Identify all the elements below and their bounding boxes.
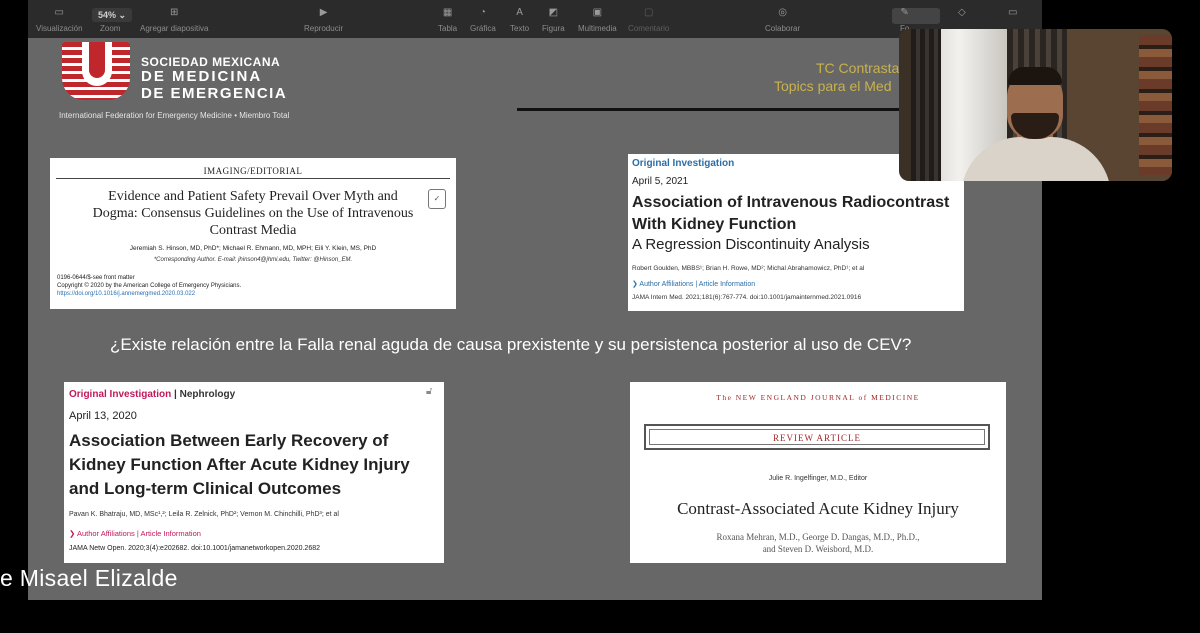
app-toolbar: ▭ Visualización 54% ⌄ Zoom ⊞ Agregar dia… xyxy=(28,0,1042,38)
toolbar-view-button[interactable]: ▭ Visualización xyxy=(36,6,83,33)
toolbar-zoom-label: Zoom xyxy=(100,24,121,33)
diamond-icon: ◇ xyxy=(958,7,966,18)
animate-button[interactable]: ◇ xyxy=(958,6,966,20)
article-date: April 5, 2021 xyxy=(632,176,689,187)
issn-line: 0196-0644/$-see front matter xyxy=(57,275,135,281)
play-icon: ▶ xyxy=(319,7,328,18)
journal-name: The NEW ENGLAND JOURNAL of MEDICINE xyxy=(716,393,920,402)
table-button[interactable]: ▦ Tabla xyxy=(438,6,457,33)
copyright-line: Copyright © 2020 by the American College… xyxy=(57,283,242,289)
paper-title: Evidence and Patient Safety Prevail Over… xyxy=(92,189,414,238)
divider xyxy=(56,178,450,179)
collaborate-icon: ◎ xyxy=(778,7,787,18)
article-type: Original Investigation | Nephrology xyxy=(69,389,236,400)
participant-name-label: e Misael Elizalde xyxy=(0,565,178,591)
citation: JAMA Intern Med. 2021;181(6):767-774. do… xyxy=(632,294,862,301)
paper-authors-line2: and Steven D. Weisbord, M.D. xyxy=(762,544,874,554)
document-icon: ▭ xyxy=(1008,7,1018,18)
media-button[interactable]: ▣ Multimedia xyxy=(578,6,617,33)
chart-icon: ◔ xyxy=(479,7,486,18)
document-button[interactable]: ▭ xyxy=(1008,6,1017,20)
format-icon: ✎ xyxy=(900,7,909,18)
title-divider xyxy=(517,108,937,111)
org-name-line2: DE MEDICINA xyxy=(141,68,263,85)
article-date: April 13, 2020 xyxy=(69,410,137,422)
org-name-line1: SOCIEDAD MEXICANA xyxy=(141,55,281,69)
article-links: ❯ Author Affiliations | Article Informat… xyxy=(632,281,756,288)
media-icon: ▣ xyxy=(592,7,603,18)
paper-authors: Robert Goulden, MBBS¹; Brian H. Rowe, MD… xyxy=(632,265,865,272)
paper-authors: Pavan K. Bhatraju, MD, MSc¹,²; Leila R. … xyxy=(69,511,339,518)
paper-title: Association Between Early Recovery of Ki… xyxy=(69,431,410,498)
paper-title: Association of Intravenous Radiocontrast… xyxy=(632,194,950,233)
doi-link: https://doi.org/10.1016/j.annemergmed.20… xyxy=(57,291,196,297)
paper-title: Contrast-Associated Acute Kidney Injury xyxy=(677,499,959,518)
text-button[interactable]: A Texto xyxy=(510,6,529,33)
add-slide-button[interactable]: ⊞ Agregar diapositiva xyxy=(140,6,208,33)
article-type: Original Investigation xyxy=(632,158,735,169)
shape-icon: ◩ xyxy=(548,7,559,18)
slide-question: ¿Existe relación entre la Falla renal ag… xyxy=(110,335,912,354)
citation: JAMA Netw Open. 2020;3(4):e202682. doi:1… xyxy=(69,545,321,552)
slide-subtitle: Topics para el Med xyxy=(774,78,892,94)
paper-subtitle: A Regression Discontinuity Analysis xyxy=(632,236,870,253)
chart-button[interactable]: ◔ Gráfica xyxy=(470,6,496,33)
org-name-line3: DE EMERGENCIA xyxy=(141,85,288,102)
shape-button[interactable]: ◩ Figura xyxy=(542,6,565,33)
paper-card-jama-netw-open: Original Investigation | Nephrology 🔓︎ A… xyxy=(64,382,444,563)
article-links: ❯ Author Affiliations | Article Informat… xyxy=(69,529,201,538)
zoom-select[interactable]: 54% ⌄ xyxy=(92,8,132,22)
paper-section: IMAGING/EDITORIAL xyxy=(203,166,303,176)
collaborate-button[interactable]: ◎ Colaborar xyxy=(765,6,800,33)
editor-line: Julie R. Ingelfinger, M.D., Editor xyxy=(768,475,868,482)
add-slide-icon: ⊞ xyxy=(170,7,179,18)
play-button[interactable]: ▶ Reproducir xyxy=(304,6,343,33)
section-box: REVIEW ARTICLE xyxy=(644,424,990,450)
comment-icon: ▢ xyxy=(643,7,654,18)
screen: ▭ Visualización 54% ⌄ Zoom ⊞ Agregar dia… xyxy=(0,0,1200,633)
paper-card-nejm: The NEW ENGLAND JOURNAL of MEDICINE REVI… xyxy=(630,382,1006,563)
lock-icon: 🔓︎ xyxy=(426,386,433,397)
section-label: REVIEW ARTICLE xyxy=(649,429,985,445)
slide-canvas: SOCIEDAD MEXICANA DE MEDICINA DE EMERGEN… xyxy=(28,38,1042,600)
crossmark-icon: ✓ xyxy=(428,189,446,209)
smme-logo xyxy=(62,42,130,100)
video-background-shelf xyxy=(1139,35,1172,175)
comment-button[interactable]: ▢ Comentario xyxy=(628,6,669,33)
corresponding-author: *Corresponding Author. E-mail: jhinson4@… xyxy=(153,257,353,263)
slide-title: TC Contrasta xyxy=(816,60,900,76)
text-icon: A xyxy=(516,7,523,18)
org-subtitle: International Federation for Emergency M… xyxy=(59,111,290,120)
sidebar-icon: ▭ xyxy=(54,7,64,18)
paper-authors-line1: Roxana Mehran, M.D., George D. Dangas, M… xyxy=(716,532,920,542)
paper-card-annals: IMAGING/EDITORIAL Evidence and Patient S… xyxy=(50,158,456,309)
table-icon: ▦ xyxy=(442,7,453,18)
participant-video-tile[interactable] xyxy=(899,29,1172,181)
paper-authors: Jeremiah S. Hinson, MD, PhD*; Michael R.… xyxy=(129,245,377,252)
